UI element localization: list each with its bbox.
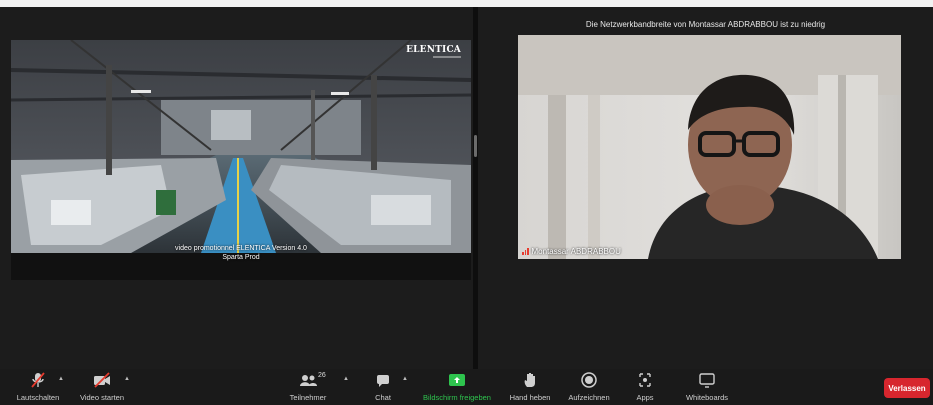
participant-video[interactable]: Montassar ABDRABBOU: [518, 35, 901, 259]
participants-label: Teilnehmer: [289, 393, 327, 402]
whiteboards-button[interactable]: Whiteboards: [682, 371, 732, 402]
participant-name-tag: Montassar ABDRABBOU: [522, 247, 621, 256]
audio-options-chevron-icon[interactable]: ▲: [58, 376, 64, 382]
low-signal-icon: [522, 248, 529, 255]
mute-label: Lautschalten: [16, 393, 60, 402]
raise-hand-label: Hand heben: [509, 393, 551, 402]
share-screen-label: Bildschirm freigeben: [423, 393, 491, 402]
participants-options-chevron-icon[interactable]: ▲: [343, 376, 349, 382]
bandwidth-warning: Die Netzwerkbandbreite von Montassar ABD…: [585, 20, 826, 29]
meeting-toolbar: Lautschalten ▲ Video starten ▲ Teilnehme…: [0, 369, 933, 405]
whiteboard-icon: [699, 373, 715, 388]
apps-label: Apps: [636, 393, 654, 402]
caption-line-2: Sparta Prod: [222, 254, 260, 261]
microphone-muted-icon: [31, 372, 45, 388]
brand-logo-underline: [433, 56, 461, 58]
start-video-label: Video starten: [79, 393, 125, 402]
participants-count: 26: [318, 372, 326, 379]
mute-button[interactable]: Lautschalten: [14, 371, 62, 402]
raise-hand-icon: [524, 373, 535, 387]
chat-button[interactable]: Chat: [366, 371, 400, 402]
window-top-strip: [0, 0, 933, 7]
brand-logo: ELENTICA: [406, 45, 461, 55]
chat-bubble-icon: [377, 375, 389, 387]
video-options-chevron-icon[interactable]: ▲: [124, 376, 130, 382]
record-label: Aufzeichnen: [568, 393, 610, 402]
whiteboards-label: Whiteboards: [685, 393, 729, 402]
record-icon: [581, 372, 597, 388]
video-camera-off-icon: [94, 372, 110, 388]
chat-label: Chat: [375, 393, 391, 402]
share-screen-button[interactable]: Bildschirm freigeben: [418, 371, 496, 402]
video-caption: video promotionnel ELENTICA Version 4.0 …: [161, 244, 321, 262]
participants-icon: [300, 375, 317, 386]
participant-name: Montassar ABDRABBOU: [531, 247, 621, 256]
raise-hand-button[interactable]: Hand heben: [508, 371, 552, 402]
caption-line-1: video promotionnel ELENTICA Version 4.0: [175, 245, 307, 252]
share-screen-arrow-icon: [449, 374, 465, 386]
splitter-grip[interactable]: [474, 135, 477, 157]
chat-options-chevron-icon[interactable]: ▲: [402, 376, 408, 382]
shared-video[interactable]: ELENTICA video promotionnel ELENTICA Ver…: [11, 40, 471, 280]
participant-video-frame: [518, 35, 901, 259]
leave-meeting-button[interactable]: Verlassen: [884, 378, 930, 398]
apps-button[interactable]: Apps: [632, 371, 658, 402]
record-button[interactable]: Aufzeichnen: [565, 371, 613, 402]
apps-icon: [639, 373, 651, 387]
participant-pane: Die Netzwerkbandbreite von Montassar ABD…: [478, 7, 933, 369]
shared-content-pane: ELENTICA video promotionnel ELENTICA Ver…: [0, 7, 473, 369]
start-video-button[interactable]: Video starten: [76, 371, 128, 402]
